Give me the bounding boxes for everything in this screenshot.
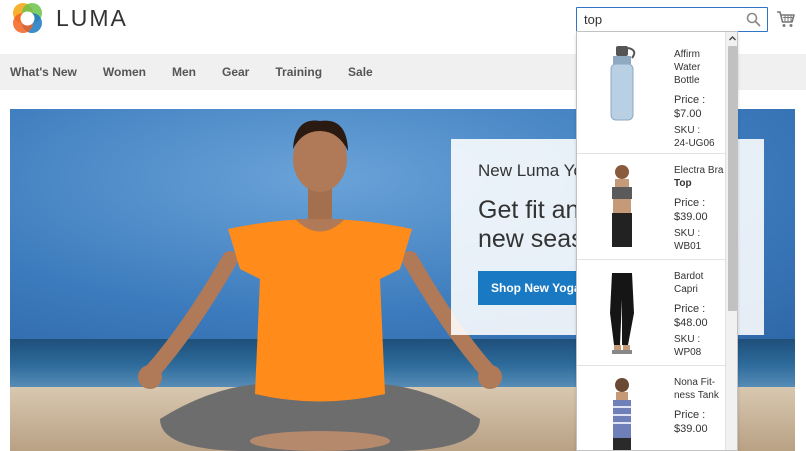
capri-pants-image	[610, 273, 634, 354]
nav-item-men[interactable]: Men	[172, 65, 196, 79]
product-thumbnail	[587, 372, 657, 450]
product-info: Nona Fit-ness Tank Price : $39.00	[674, 376, 724, 437]
autocomplete-item[interactable]: Electra Bra Top Price : $39.00 SKU : WB0…	[577, 154, 725, 260]
price-label: Price :	[674, 197, 706, 209]
autocomplete-scrollbar[interactable]	[725, 32, 737, 450]
brand-name: LUMA	[56, 5, 128, 31]
search-input[interactable]	[577, 8, 737, 31]
autocomplete-item[interactable]: Affirm Water Bottle Price : $7.00 SKU : …	[577, 32, 725, 154]
scroll-up-arrow-icon[interactable]	[728, 34, 737, 43]
nav-item-gear[interactable]: Gear	[222, 65, 249, 79]
product-name: Bardot Capri	[674, 271, 704, 295]
product-thumbnail	[587, 38, 657, 130]
product-price: $39.00	[674, 211, 708, 223]
scrollbar-thumb[interactable]	[728, 46, 737, 311]
product-sku: 24-UG06	[674, 138, 715, 149]
product-sku: WB01	[674, 241, 702, 252]
price-label: Price :	[674, 94, 706, 106]
product-name: Nona Fit-ness Tank	[674, 377, 719, 401]
sports-bra-image	[612, 165, 632, 247]
sku-label: SKU :	[674, 125, 701, 136]
autocomplete-item[interactable]: Bardot Capri Price : $48.00 SKU : WP08	[577, 260, 725, 366]
luma-logo-icon	[13, 3, 42, 33]
nav-item-training[interactable]: Training	[275, 65, 322, 79]
luma-logo[interactable]: LUMA	[10, 1, 128, 36]
product-name: Electra Bra Top	[674, 165, 724, 189]
cart-icon[interactable]	[776, 10, 796, 28]
product-info: Affirm Water Bottle Price : $7.00 SKU : …	[674, 48, 724, 150]
product-thumbnail	[587, 160, 657, 252]
search-icon[interactable]	[746, 12, 761, 27]
product-price: $48.00	[674, 317, 708, 329]
product-name: Affirm Water Bottle	[674, 49, 701, 86]
nav-item-whats-new[interactable]: What's New	[10, 65, 77, 79]
price-label: Price :	[674, 409, 706, 421]
price-label: Price :	[674, 303, 706, 315]
product-price: $7.00	[674, 108, 702, 120]
sku-label: SKU :	[674, 334, 701, 345]
product-thumbnail	[587, 266, 657, 358]
sku-label: SKU :	[674, 228, 701, 239]
tank-top-image	[613, 378, 631, 450]
product-info: Bardot Capri Price : $48.00 SKU : WP08	[674, 270, 724, 359]
nav-item-sale[interactable]: Sale	[348, 65, 373, 79]
autocomplete-item[interactable]: Nona Fit-ness Tank Price : $39.00	[577, 366, 725, 450]
water-bottle-image	[610, 46, 636, 121]
search-box[interactable]	[576, 7, 768, 32]
product-sku: WP08	[674, 347, 702, 358]
product-info: Electra Bra Top Price : $39.00 SKU : WB0…	[674, 164, 724, 253]
nav-item-women[interactable]: Women	[103, 65, 146, 79]
product-price: $39.00	[674, 423, 708, 435]
search-match-highlight: Top	[674, 178, 692, 189]
search-autocomplete: Affirm Water Bottle Price : $7.00 SKU : …	[576, 31, 738, 451]
